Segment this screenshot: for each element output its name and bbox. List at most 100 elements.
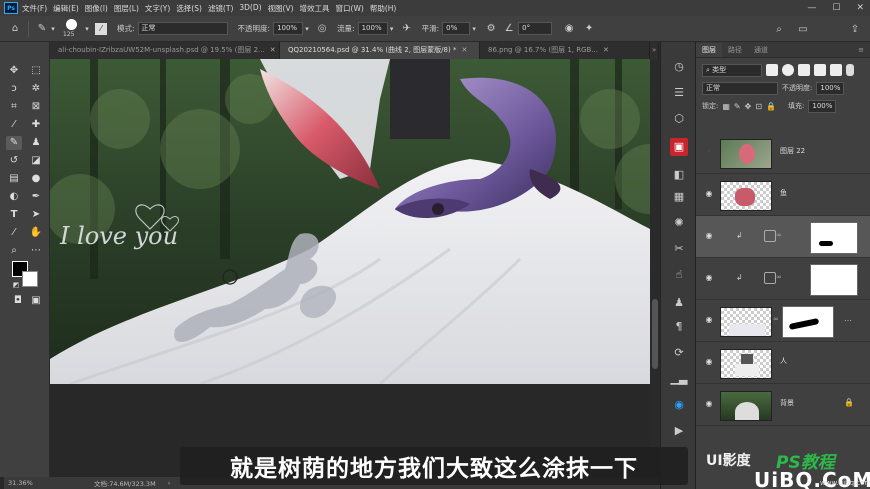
close-icon[interactable]: ✕ — [270, 42, 276, 59]
quick-mask-icon[interactable]: ◘ — [10, 294, 26, 308]
eye-icon[interactable]: ◉ — [704, 357, 714, 367]
gear-icon[interactable]: ⚙ — [484, 22, 498, 36]
menu-file[interactable]: 文件(F) — [22, 3, 47, 14]
crop-tool-icon[interactable]: ⌗ — [6, 100, 22, 114]
screen-mode-icon[interactable]: ▣ — [28, 294, 44, 308]
layer-row[interactable]: ◉ ∞ … — [696, 300, 870, 342]
close-icon[interactable]: ✕ — [603, 42, 609, 59]
eye-icon[interactable]: ◉ — [704, 315, 714, 325]
character-icon[interactable]: ¶ — [670, 318, 688, 336]
filter-toggle-icon[interactable] — [846, 64, 854, 76]
chevron-down-icon[interactable]: ▾ — [470, 22, 478, 36]
menu-view[interactable]: 视图(V) — [268, 3, 294, 14]
more-tools-icon[interactable]: ⋯ — [28, 244, 44, 258]
libraries-icon[interactable]: ▣ — [670, 138, 688, 156]
filter-shape-icon[interactable] — [814, 64, 826, 76]
dodge-tool-icon[interactable]: ◐ — [6, 190, 22, 204]
lock-pixels-icon[interactable]: ▦ — [722, 102, 730, 111]
canvas-scrollbar[interactable] — [650, 59, 660, 477]
line-tool-icon[interactable]: ⁄ — [6, 226, 22, 240]
brush-tool-icon[interactable]: ✎ — [6, 136, 22, 150]
layer-row[interactable]: ◉ 鱼 — [696, 174, 870, 216]
close-icon[interactable]: ✕ — [856, 3, 864, 13]
gradient-tool-icon[interactable]: ▤ — [6, 172, 22, 186]
lock-position-icon[interactable]: ✥ — [745, 102, 752, 111]
eye-icon[interactable]: ◉ — [704, 231, 714, 241]
fill-input[interactable]: 100% — [808, 99, 837, 113]
chevron-right-icon[interactable]: › — [168, 479, 171, 487]
brush-settings-icon[interactable]: ✺ — [670, 214, 688, 232]
scrollbar-thumb[interactable] — [652, 299, 658, 369]
type-tool-icon[interactable]: T — [6, 208, 22, 222]
layer-filter-select[interactable]: ⌕ 类型 — [702, 63, 762, 77]
mode-select[interactable]: 正常 — [137, 22, 228, 35]
share-icon[interactable]: ⇪ — [848, 22, 862, 36]
magic-wand-tool-icon[interactable]: ✲ — [28, 82, 44, 96]
opacity-input[interactable]: 100% — [273, 22, 304, 35]
chevron-down-icon[interactable]: ▾ — [388, 22, 396, 36]
blend-mode-select[interactable]: 正常 — [702, 81, 778, 95]
chevron-down-icon[interactable]: ▾ — [303, 22, 311, 36]
adjustments-icon[interactable]: ☰ — [670, 84, 688, 102]
pressure-opacity-icon[interactable]: ◎ — [315, 22, 329, 36]
color-icon[interactable]: ◧ — [670, 166, 688, 184]
layer-mask-thumbnail[interactable] — [810, 264, 858, 296]
tab-channels[interactable]: 通道 — [748, 43, 774, 57]
menu-select[interactable]: 选择(S) — [176, 3, 202, 14]
symmetry-icon[interactable]: ✦ — [582, 22, 596, 36]
layer-row[interactable]: ◉ 人 — [696, 342, 870, 384]
minimize-icon[interactable]: — — [807, 3, 816, 13]
eyedropper-tool-icon[interactable]: ⁄ — [6, 118, 22, 132]
lock-artboard-icon[interactable]: ⊡ — [755, 102, 762, 111]
brush-size-picker[interactable]: 125 — [61, 17, 83, 41]
filter-pixel-icon[interactable] — [766, 64, 778, 76]
flow-input[interactable]: 100% — [357, 22, 388, 35]
visibility-toggle[interactable]: · — [704, 147, 714, 157]
menu-window[interactable]: 窗口(W) — [336, 3, 364, 14]
menu-edit[interactable]: 编辑(E) — [53, 3, 79, 14]
navigator-icon[interactable]: ◉ — [670, 396, 688, 414]
tab-paths[interactable]: 路径 — [722, 43, 748, 57]
rotate-icon[interactable]: ⟳ — [670, 344, 688, 362]
history-brush-tool-icon[interactable]: ↺ — [6, 154, 22, 168]
maximize-icon[interactable]: ☐ — [832, 3, 840, 13]
path-select-tool-icon[interactable]: ➤ — [28, 208, 44, 222]
filter-type-icon[interactable] — [798, 64, 810, 76]
angle-input[interactable]: 0° — [518, 22, 553, 35]
filter-smart-object-icon[interactable] — [830, 64, 842, 76]
clone-source-icon[interactable]: ♟ — [670, 294, 688, 312]
hand-tool-icon[interactable]: ✋ — [28, 226, 44, 240]
frame-tool-icon[interactable]: ⊠ — [28, 100, 44, 114]
menu-plugins[interactable]: 增效工具 — [300, 3, 330, 14]
menu-filter[interactable]: 滤镜(T) — [208, 3, 233, 14]
blur-tool-icon[interactable]: ● — [28, 172, 44, 186]
layer-row-selected[interactable]: ◉ ↲ ∞ — [696, 216, 870, 258]
document-canvas[interactable]: I love you — [50, 59, 650, 384]
pressure-size-icon[interactable]: ◉ — [562, 22, 576, 36]
history-icon[interactable]: ◷ — [670, 58, 688, 76]
histogram-icon[interactable]: ▁▃ — [670, 370, 688, 388]
layer-row[interactable]: · 图层 22 — [696, 132, 870, 174]
panel-menu-icon[interactable]: ≡ — [852, 43, 870, 57]
layer-mask-thumbnail[interactable] — [782, 306, 834, 338]
filter-adjustment-icon[interactable] — [782, 64, 794, 76]
search-icon[interactable]: ⌕ — [772, 22, 786, 36]
actions-icon[interactable]: ▶ — [670, 422, 688, 440]
airbrush-icon[interactable]: ✈ — [400, 22, 414, 36]
lock-all-icon[interactable]: 🔒 — [766, 102, 776, 111]
brush-preset-icon[interactable]: ✎ — [35, 22, 49, 36]
background-color-swatch[interactable] — [22, 271, 38, 287]
tab-doc-3[interactable]: 86.png @ 16.7% (图层 1, RGB... ✕ — [480, 42, 650, 59]
tab-doc-1[interactable]: ali-choubin-IZribzaUW52M-unsplash.psd @ … — [50, 42, 280, 59]
swatches-icon[interactable]: ▦ — [670, 188, 688, 206]
layer-row[interactable]: ◉ 背景 🔒 — [696, 384, 870, 426]
marquee-tool-icon[interactable]: ⬚ — [28, 64, 44, 78]
layer-opacity-input[interactable]: 100% — [816, 81, 845, 95]
pen-tool-icon[interactable]: ✒ — [28, 190, 44, 204]
stamp-tool-icon[interactable]: ♟ — [28, 136, 44, 150]
menu-help[interactable]: 帮助(H) — [370, 3, 397, 14]
eye-icon[interactable]: ◉ — [704, 399, 714, 409]
tool-presets-icon[interactable]: ✂ — [670, 240, 688, 258]
home-icon[interactable]: ⌂ — [8, 22, 22, 36]
zoom-tool-icon[interactable]: ⌕ — [6, 244, 22, 258]
